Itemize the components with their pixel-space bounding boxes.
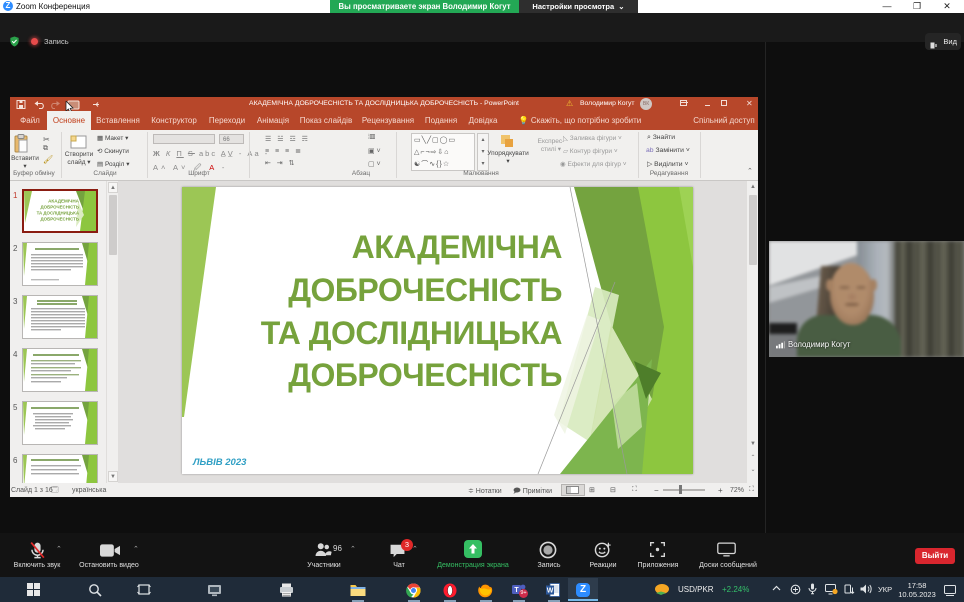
svg-text:W: W <box>547 588 554 595</box>
svg-text:ТА ДОСЛІДНИЦЬКА: ТА ДОСЛІДНИЦЬКА <box>37 211 80 216</box>
svg-text:ДОБРОЧЕСНІСТЬ: ДОБРОЧЕСНІСТЬ <box>41 217 79 222</box>
svg-text:ДОБРОЧЕСНІСТЬ: ДОБРОЧЕСНІСТЬ <box>41 205 79 210</box>
svg-text:АКАДЕМІЧНА: АКАДЕМІЧНА <box>48 199 80 204</box>
